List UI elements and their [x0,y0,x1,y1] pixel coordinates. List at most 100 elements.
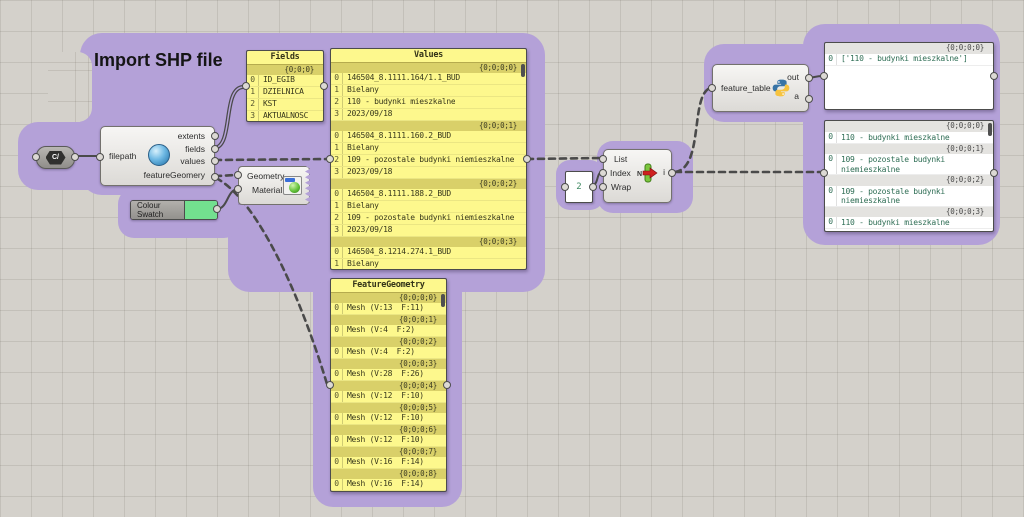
tree-path-band: {0;0;0} [247,65,323,75]
panel-row: 0110 - budynki mieszkalne [825,217,993,229]
path-param-output-nub[interactable] [71,153,79,161]
out-output-label: out [787,72,799,82]
colour-swatch-color[interactable] [184,201,217,219]
panel-row: 2KST [247,99,323,111]
tree-path-band: {0;0;0;8} [331,469,446,479]
panel-title: Fields [247,51,323,65]
panel-row: 1Bielany [331,259,526,269]
path-param-input-nub[interactable] [32,153,40,161]
colour-swatch[interactable]: Colour Swatch [130,200,218,220]
item-output-nub[interactable] [668,169,676,177]
import-shp-component[interactable]: filepath extents fields values featureGe… [100,126,215,186]
feature-table-input-label: feature_table [721,83,771,93]
out-panel-input-nub[interactable] [820,72,828,80]
colour-swatch-label: Colour Swatch [131,201,184,219]
material-input-label: Material [252,185,282,195]
panel-row: 0109 - pozostale budynki niemieszkalne [825,186,993,207]
panel-row: 1Bielany [331,143,526,155]
values-output-nub[interactable] [211,157,219,165]
scrollbar-thumb[interactable] [521,64,525,77]
extents-output-nub[interactable] [211,132,219,140]
tree-path-band: {0;0;0;0} [331,63,526,73]
tree-path-band: {0;0;0;1} [825,144,993,155]
panel-title: Values [331,49,526,63]
featuregeometry-panel-output-nub[interactable] [443,381,451,389]
scrollbar-thumb[interactable] [441,294,445,307]
extents-output-label: extents [178,131,205,141]
tree-path-band: {0;0;0;0} [331,293,446,303]
index-value: 2 [576,182,581,192]
out-panel[interactable]: {0;0;0;0} 0['110 - budynki mieszkalne'] [824,42,994,110]
index-input-label: Index [610,168,631,178]
feature-table-input-nub[interactable] [708,84,716,92]
fields-output-nub[interactable] [211,145,219,153]
material-input-nub[interactable] [234,185,242,193]
featuregeometry-panel-input-nub[interactable] [326,381,334,389]
python-component[interactable]: feature_table out a [712,64,809,112]
index-value-panel[interactable]: 2 [565,171,593,203]
result-panel-input-nub[interactable] [820,169,828,177]
list-item-icon: N [637,163,659,183]
globe-icon [148,144,170,166]
out-panel-output-nub[interactable] [990,72,998,80]
featuregeometry-panel[interactable]: FeatureGeometry {0;0;0;0} 0Mesh (V:13 F:… [330,278,447,492]
preview-material-icon [283,176,302,195]
index-input-nub[interactable] [599,169,607,177]
item-output-label: i [663,167,665,177]
panel-row: 2109 - pozostale budynki niemieszkalne [331,213,526,225]
panel-row: 0146504_8.1111.160.2_BUD [331,131,526,143]
out-output-nub[interactable] [805,74,813,82]
values-panel-output-nub[interactable] [523,155,531,163]
panel-row: 1Bielany [331,85,526,97]
list-input-nub[interactable] [599,155,607,163]
panel-row: 0Mesh (V:28 F:26) [331,369,446,381]
list-item-component[interactable]: List Index Wrap N i [603,149,672,203]
values-panel-input-nub[interactable] [326,155,334,163]
panel-row: 2110 - budynki mieszkalne [331,97,526,109]
values-output-label: values [180,156,205,166]
tree-path-band: {0;0;0;3} [331,237,526,247]
panel-row: 2109 - pozostale budynki niemieszkalne [331,155,526,167]
tree-path-band: {0;0;0;6} [331,425,446,435]
custom-preview-component[interactable]: Geometry Material [238,166,310,205]
fields-panel[interactable]: Fields {0;0;0} 0ID_EGIB 1DZIELNICA 2KST … [246,50,324,122]
grasshopper-canvas: Import SHP file C/ filepath extents fiel… [0,0,1024,517]
values-panel[interactable]: Values {0;0;0;0} 0146504_8.1111.164/1.1_… [330,48,527,270]
result-panel[interactable]: {0;0;0;0} 0110 - budynki mieszkalne {0;0… [824,120,994,232]
panel-row: 0Mesh (V:16 F:14) [331,457,446,469]
tree-path-band: {0;0;0;0} [825,43,993,54]
fields-output-label: fields [185,144,205,154]
tree-path-band: {0;0;0;2} [825,175,993,186]
panel-row: 0Mesh (V:12 F:10) [331,413,446,425]
tree-path-band: {0;0;0;3} [825,207,993,218]
tree-path-band: {0;0;0;5} [331,403,446,413]
index-panel-input-nub[interactable] [561,183,569,191]
index-panel-output-nub[interactable] [589,183,597,191]
panel-row: 0146504_8.1111.188.2_BUD [331,189,526,201]
panel-row: 0Mesh (V:4 F:2) [331,325,446,337]
panel-row: 0110 - budynki mieszkalne [825,132,993,144]
fields-panel-input-nub[interactable] [242,82,250,90]
fields-panel-output-nub[interactable] [320,82,328,90]
tree-path-band: {0;0;0;0} [825,121,993,132]
colour-swatch-output-nub[interactable] [213,205,221,213]
panel-row: 0['110 - budynki mieszkalne'] [825,54,993,66]
a-output-nub[interactable] [805,95,813,103]
wrap-input-nub[interactable] [599,183,607,191]
group-notch [48,52,92,122]
filepath-input-label: filepath [109,151,136,161]
scrollbar-thumb[interactable] [988,123,992,136]
file-path-param[interactable]: C/ [36,146,75,169]
panel-row: 0146504_8.1111.164/1.1_BUD [331,73,526,85]
result-panel-output-nub[interactable] [990,169,998,177]
a-output-label: a [794,91,799,101]
tree-path-band: {0;0;0;2} [331,337,446,347]
tree-path-band: {0;0;0;3} [331,359,446,369]
geometry-input-nub[interactable] [234,171,242,179]
featuregeometry-output-nub[interactable] [211,173,219,181]
filepath-input-nub[interactable] [96,153,104,161]
panel-title: FeatureGeometry [331,279,446,293]
panel-row: 32023/09/18 [331,225,526,237]
wrap-input-label: Wrap [611,182,631,192]
panel-row: 0Mesh (V:13 F:11) [331,303,446,315]
